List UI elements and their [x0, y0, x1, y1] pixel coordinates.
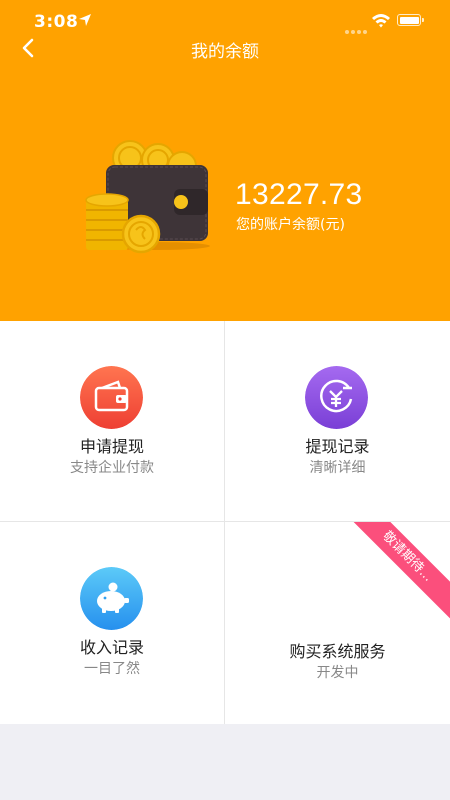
- withdraw-record-button[interactable]: 提现记录 清晰详细: [225, 321, 450, 521]
- page-title: 我的余额: [191, 42, 259, 62]
- balance-label: 您的账户余额(元): [236, 217, 345, 233]
- wallet-with-coins-icon: [85, 140, 210, 254]
- location-arrow-icon: [79, 14, 91, 26]
- divider: [0, 521, 450, 522]
- cell-subtitle: 一目了然: [84, 661, 140, 677]
- wifi-icon: [372, 14, 390, 28]
- apply-withdraw-button[interactable]: 申请提现 支持企业付款: [0, 321, 224, 521]
- menu-grid: 申请提现 支持企业付款 提现记录 清晰详细 收入记录 一目了然 敬请期待... …: [0, 321, 450, 724]
- coming-soon-ribbon: 敬请期待...: [344, 522, 450, 620]
- battery-icon: [397, 14, 424, 26]
- cell-title: 申请提现: [79, 437, 144, 456]
- cell-title: 购买系统服务: [289, 642, 386, 661]
- buy-service-button[interactable]: 敬请期待... 购买系统服务 开发中: [225, 522, 450, 722]
- cell-subtitle: 支持企业付款: [70, 460, 154, 476]
- wallet-icon: [80, 366, 143, 429]
- cell-subtitle: 清晰详细: [309, 460, 366, 476]
- header-area: 3:08 我的余额 13227.73 您的账户余额(元): [0, 0, 450, 321]
- cell-subtitle: 开发中: [316, 665, 359, 681]
- divider: [224, 321, 225, 724]
- nav-bar: 我的余额: [0, 34, 450, 64]
- balance-amount: 13227.73: [235, 178, 363, 211]
- page-footer-area: [0, 724, 450, 800]
- income-record-button[interactable]: 收入记录 一目了然: [0, 522, 224, 722]
- cell-title: 收入记录: [79, 638, 144, 657]
- status-time: 3:08: [34, 12, 79, 32]
- piggy-bank-icon: [80, 567, 143, 630]
- yen-refresh-icon: [305, 366, 368, 429]
- cell-title: 提现记录: [305, 437, 370, 456]
